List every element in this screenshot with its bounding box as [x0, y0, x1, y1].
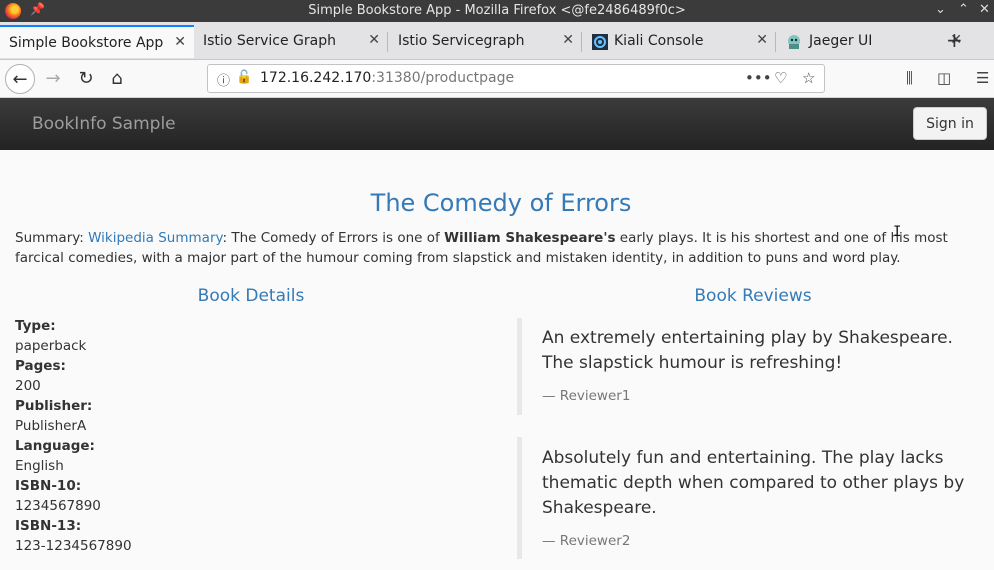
reload-icon[interactable]: ↻ — [71, 64, 101, 94]
detail-type-label: Type: — [15, 318, 56, 334]
forward-icon[interactable]: → — [38, 64, 68, 94]
pocket-icon[interactable]: ♡ — [774, 69, 787, 87]
maximize-icon[interactable]: ⌃ — [958, 2, 969, 17]
home-icon[interactable]: ⌂ — [102, 64, 132, 94]
window-titlebar: 📌 Simple Bookstore App - Mozilla Firefox… — [0, 0, 994, 22]
detail-publisher-label: Publisher: — [15, 398, 93, 414]
insecure-lock-icon[interactable]: 🔓 — [236, 70, 252, 85]
library-icon[interactable]: ⫼ — [906, 69, 913, 87]
tab-label: Simple Bookstore App — [9, 35, 164, 51]
url-path: :31380/productpage — [371, 70, 515, 86]
detail-type-value: paperback — [15, 338, 87, 354]
text-cursor-icon: I — [893, 224, 902, 240]
tab-kiali-console[interactable]: Kiali Console ✕ — [582, 25, 776, 58]
sign-in-button[interactable]: Sign in — [913, 107, 987, 140]
detail-isbn13-label: ISBN-13: — [15, 518, 82, 534]
book-details-heading: Book Details — [197, 286, 305, 306]
detail-pages-value: 200 — [15, 378, 41, 394]
tab-label: Kiali Console — [614, 33, 704, 49]
detail-language-value: English — [15, 458, 64, 474]
book-reviews-heading: Book Reviews — [694, 286, 812, 306]
review-text: An extremely entertaining play by Shakes… — [542, 328, 953, 373]
page-actions-icon[interactable]: ••• — [745, 69, 772, 87]
back-icon[interactable]: ← — [5, 64, 35, 94]
summary-prefix: Summary: — [15, 230, 89, 246]
tab-close-icon[interactable]: ✕ — [756, 32, 768, 48]
kiali-icon — [592, 34, 608, 50]
detail-language-label: Language: — [15, 438, 95, 454]
wikipedia-summary-link[interactable]: Wikipedia Summary — [88, 230, 222, 246]
summary-author: William Shakespeare's — [444, 230, 616, 246]
tab-close-icon[interactable]: ✕ — [368, 32, 380, 48]
tab-label: Jaeger UI — [809, 33, 873, 49]
detail-isbn13-value: 123-1234567890 — [15, 538, 132, 554]
book-title: The Comedy of Errors — [370, 189, 632, 217]
summary-text-1: : The Comedy of Errors is one of — [222, 230, 445, 246]
detail-publisher-value: PublisherA — [15, 418, 87, 434]
tab-close-icon[interactable]: ✕ — [174, 34, 186, 50]
review-blockquote: Absolutely fun and entertaining. The pla… — [517, 437, 964, 559]
url-host: 172.16.242.170 — [260, 70, 372, 86]
tab-close-icon[interactable]: ✕ — [562, 32, 574, 48]
close-window-icon[interactable]: ✕ — [979, 2, 990, 17]
tab-label: Istio Service Graph — [203, 33, 336, 49]
reviewer-name: — Reviewer1 — [542, 388, 631, 404]
site-info-icon[interactable]: ⓘ — [217, 70, 230, 89]
url-bar[interactable]: ⓘ 🔓 172.16.242.170:31380/productpage •••… — [207, 64, 825, 93]
tab-label: Istio Servicegraph — [398, 33, 525, 49]
reviewer-name: — Reviewer2 — [542, 533, 631, 549]
detail-isbn10-value: 1234567890 — [15, 498, 101, 514]
detail-pages-label: Pages: — [15, 358, 66, 374]
tab-istio-servicegraph[interactable]: Istio Servicegraph ✕ — [388, 25, 582, 58]
bookmark-star-icon[interactable]: ☆ — [802, 69, 815, 87]
navigation-toolbar: ← → ↻ ⌂ ⓘ 🔓 172.16.242.170:31380/product… — [0, 60, 994, 98]
jaeger-icon — [788, 35, 800, 49]
tab-simple-bookstore-app[interactable]: Simple Bookstore App ✕ — [0, 25, 194, 58]
sidebar-icon[interactable]: ◫ — [937, 69, 951, 87]
menu-icon[interactable]: ☰ — [976, 69, 989, 87]
book-details-list: Type: paperback Pages: 200 Publisher: Pu… — [15, 316, 132, 556]
site-navbar: BookInfo Sample Sign in — [0, 98, 994, 150]
review-blockquote: An extremely entertaining play by Shakes… — [517, 318, 953, 415]
tab-jaeger-ui[interactable]: Jaeger UI ✕ — [776, 25, 970, 58]
tab-bar: Simple Bookstore App ✕ Istio Service Gra… — [0, 22, 994, 60]
review-text: Absolutely fun and entertaining. The pla… — [542, 448, 965, 518]
new-tab-icon[interactable]: + — [946, 28, 963, 52]
book-summary: Summary: Wikipedia Summary: The Comedy o… — [15, 228, 990, 268]
url-text[interactable]: 172.16.242.170:31380/productpage — [260, 70, 514, 86]
minimize-icon[interactable]: ⌄ — [935, 2, 946, 17]
site-brand[interactable]: BookInfo Sample — [32, 114, 176, 134]
window-title: Simple Bookstore App - Mozilla Firefox <… — [308, 3, 686, 18]
detail-isbn10-label: ISBN-10: — [15, 478, 82, 494]
tab-istio-service-graph[interactable]: Istio Service Graph ✕ — [194, 25, 388, 58]
